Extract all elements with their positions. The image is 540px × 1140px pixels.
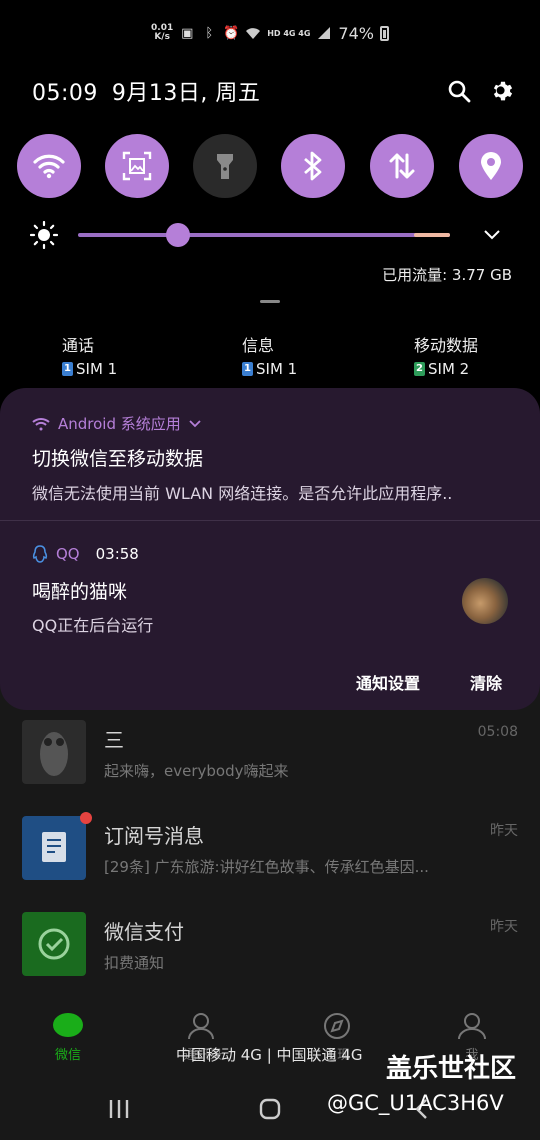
- flashlight-tile[interactable]: [193, 134, 257, 198]
- notification-title: 切换微信至移动数据: [32, 448, 204, 470]
- clock[interactable]: 05:09: [32, 81, 98, 106]
- panel-header: 05:09 9月13日, 周五: [32, 74, 518, 108]
- signal-icon: [316, 25, 332, 41]
- sim-slot-badge: 1: [242, 362, 253, 376]
- location-icon: [481, 152, 501, 180]
- screenshot-tile[interactable]: [105, 134, 169, 198]
- home-icon[interactable]: [258, 1097, 282, 1121]
- location-tile[interactable]: [459, 134, 523, 198]
- data-usage-label: 已用流量: 3.77 GB: [382, 266, 512, 284]
- chat-preview: 扣费通知: [104, 954, 165, 972]
- compass-icon: [324, 1013, 350, 1039]
- chevron-down-icon[interactable]: [483, 229, 501, 241]
- wifi-tile[interactable]: [17, 134, 81, 198]
- contacts-icon: [188, 1013, 214, 1040]
- sim-name: SIM 1: [76, 360, 118, 378]
- contact-avatar: [462, 578, 508, 624]
- sim-tray-icon: ▣: [181, 25, 194, 41]
- sim-default-label: 移动数据: [414, 336, 479, 355]
- notification-app-name: QQ: [56, 545, 80, 563]
- chat-name: 微信支付: [104, 920, 184, 944]
- battery-icon: [379, 25, 389, 41]
- wifi-icon: [33, 154, 65, 179]
- sim-name: SIM 1: [256, 360, 298, 378]
- mobile-data-tile[interactable]: [370, 134, 434, 198]
- chat-item[interactable]: 三 起来嗨，everybody嗨起来 05:08: [0, 720, 540, 816]
- notification-panel: Android 系统应用 切换微信至移动数据 微信无法使用当前 WLAN 网络连…: [0, 388, 540, 710]
- bluetooth-status-icon: ᛒ: [205, 25, 214, 41]
- sim-name: SIM 2: [428, 360, 470, 378]
- chat-time: 05:08: [477, 724, 518, 740]
- flashlight-icon: [217, 154, 233, 179]
- notification-text: QQ正在后台运行: [32, 616, 154, 635]
- chat-bubble-icon: [53, 1013, 83, 1037]
- chat-time: 昨天: [490, 919, 518, 935]
- status-bar: 0.01 K/s ▣ ᛒ ⏰ HD 4G 4G 74%: [0, 18, 540, 48]
- clear-button[interactable]: 清除: [470, 670, 502, 694]
- bluetooth-tile[interactable]: [281, 134, 345, 198]
- notification-app-header[interactable]: Android 系统应用: [32, 413, 201, 434]
- brightness-slider-end: [414, 233, 450, 237]
- sim-defaults: 通话 1 SIM 1 信息 1 SIM 1 移动数据 2 SIM 2: [0, 332, 540, 380]
- wechat-pay-icon: [22, 912, 86, 976]
- sun-icon: [30, 221, 58, 249]
- unread-dot: [80, 812, 92, 824]
- notification-text: 微信无法使用当前 WLAN 网络连接。是否允许此应用程序..: [32, 484, 453, 503]
- notification-app-header[interactable]: QQ 03:58: [32, 545, 139, 563]
- sim-slot-badge: 2: [414, 362, 425, 376]
- qq-icon: [32, 545, 48, 563]
- brightness-control: [30, 220, 510, 250]
- date[interactable]: 9月13日, 周五: [112, 81, 260, 106]
- subscription-icon: [22, 816, 86, 880]
- chevron-down-icon[interactable]: [189, 419, 201, 428]
- notification-app-name: Android 系统应用: [58, 415, 181, 433]
- watermark-handle: @GC_U1AC3H6V: [327, 1091, 504, 1115]
- carrier-label: 中国移动 4G | 中国联通 4G: [176, 1046, 363, 1064]
- battery-percent: 74%: [338, 23, 374, 43]
- network-type-label: HD 4G 4G: [267, 28, 311, 38]
- chat-item[interactable]: 微信支付 扣费通知 昨天: [0, 912, 540, 1008]
- wifi-status-icon: [245, 25, 261, 41]
- notification-android-system[interactable]: Android 系统应用 切换微信至移动数据 微信无法使用当前 WLAN 网络连…: [0, 388, 540, 520]
- chat-name: 三: [104, 728, 124, 752]
- screenshot-icon: [122, 151, 152, 181]
- alarm-icon: ⏰: [223, 25, 240, 41]
- quick-settings-tiles: [17, 134, 523, 198]
- sim-slot-badge: 1: [62, 362, 73, 376]
- search-icon[interactable]: [444, 76, 474, 106]
- brightness-slider[interactable]: [78, 233, 450, 237]
- sim-default-messages[interactable]: 信息 1 SIM 1: [242, 332, 297, 378]
- recents-icon[interactable]: [107, 1098, 131, 1120]
- chat-preview: 起来嗨，everybody嗨起来: [104, 762, 289, 780]
- sim-default-mobile-data[interactable]: 移动数据 2 SIM 2: [414, 332, 478, 378]
- mobile-data-icon: [389, 153, 415, 179]
- chat-name: 订阅号消息: [104, 824, 204, 848]
- sim-default-calls[interactable]: 通话 1 SIM 1: [62, 332, 117, 378]
- notification-qq[interactable]: QQ 03:58 喝醉的猫咪 QQ正在后台运行: [0, 521, 540, 651]
- notification-title: 喝醉的猫咪: [32, 581, 128, 603]
- avatar: [22, 720, 86, 784]
- chat-time: 昨天: [490, 823, 518, 839]
- gear-icon[interactable]: [488, 76, 518, 106]
- chat-item[interactable]: 订阅号消息 [29条] 广东旅游:讲好红色故事、传承红色基因... 昨天: [0, 812, 540, 912]
- bluetooth-icon: [304, 151, 322, 181]
- owl-image: [40, 732, 68, 776]
- net-speed: 0.01 K/s: [151, 23, 174, 42]
- notification-settings-button[interactable]: 通知设置: [356, 670, 420, 694]
- person-icon: [458, 1013, 486, 1040]
- nav-chats[interactable]: 微信: [28, 1012, 108, 1063]
- date-time: 05:09 9月13日, 周五: [32, 75, 260, 107]
- wifi-small-icon: [32, 417, 50, 430]
- panel-handle[interactable]: [260, 300, 280, 303]
- watermark-title: 盖乐世社区: [386, 1054, 517, 1084]
- notification-time: 03:58: [95, 545, 139, 563]
- chat-preview: [29条] 广东旅游:讲好红色故事、传承红色基因...: [104, 858, 429, 876]
- brightness-slider-thumb[interactable]: [166, 223, 191, 247]
- sim-default-label: 通话: [62, 336, 95, 355]
- nav-label: 微信: [54, 1048, 81, 1063]
- sim-default-label: 信息: [242, 336, 275, 355]
